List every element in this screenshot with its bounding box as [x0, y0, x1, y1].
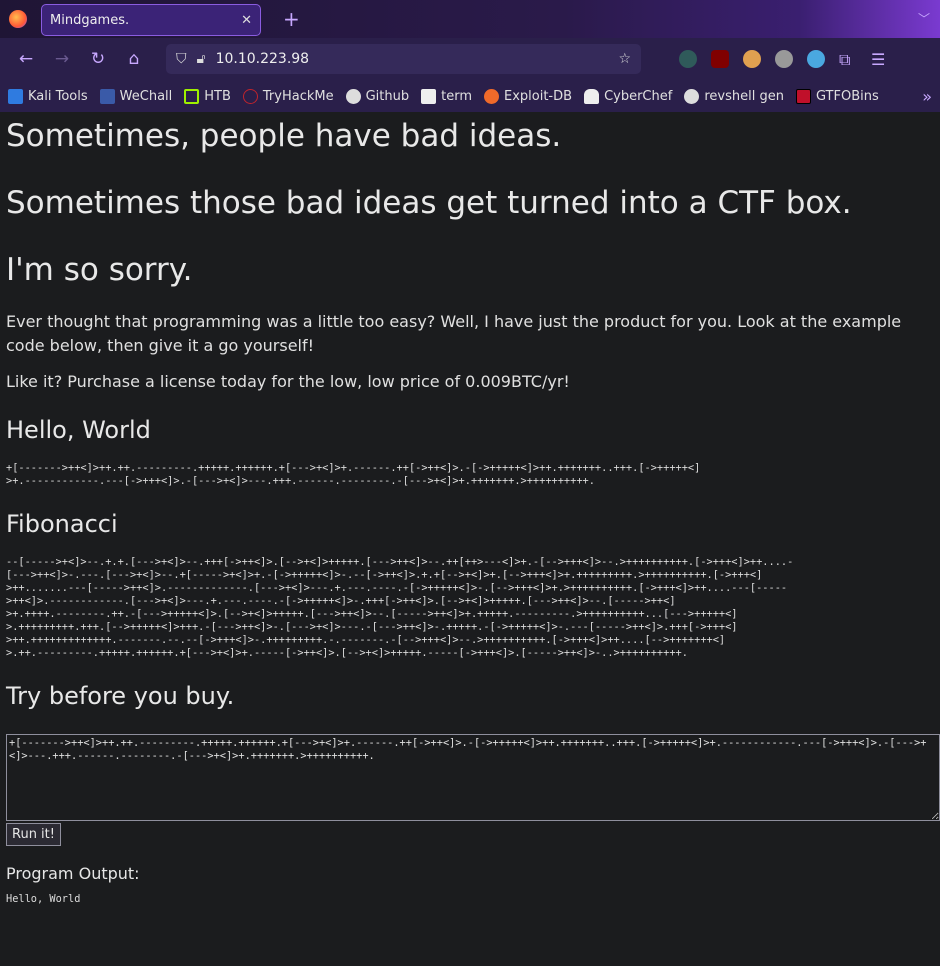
bookmark-github[interactable]: Github — [345, 88, 409, 104]
reload-icon[interactable]: ↻ — [80, 49, 116, 69]
url-text[interactable]: 10.10.223.98 — [216, 51, 609, 67]
forward-icon[interactable]: → — [44, 49, 80, 69]
intro-text: Ever thought that programming was a litt… — [6, 311, 902, 355]
code-input[interactable] — [6, 733, 940, 821]
bookmarks-bar: Kali Tools WeChall HTB TryHackMe Github … — [0, 80, 940, 112]
extensions: ⧉ ☰ — [679, 50, 889, 69]
program-output: Hello, World — [6, 892, 81, 905]
hello-world-code: +[------->++<]>++.++.---------.+++++.+++… — [6, 461, 701, 487]
gtfobins-hash-icon — [795, 88, 811, 104]
htb-cube-icon — [184, 88, 200, 104]
more-bookmarks-icon[interactable]: » — [922, 87, 932, 106]
run-button[interactable]: Run it! — [6, 822, 61, 846]
chef-hat-icon — [584, 88, 600, 104]
nav-bar: ← → ↻ ⌂ ⛉ 🔓︎ 10.10.223.98 ☆ ⧉ ☰ — [0, 38, 940, 80]
try-heading: Try before you buy. — [6, 681, 235, 710]
exploit-db-icon — [484, 88, 499, 104]
tab-bar: Mindgames. ✕ + ﹀ — [0, 0, 940, 38]
browser-chrome: Mindgames. ✕ + ﹀ ← → ↻ ⌂ ⛉ 🔓︎ 10.10.223.… — [0, 0, 940, 112]
skull-icon — [684, 88, 700, 104]
insecure-lock-icon[interactable]: 🔓︎ — [197, 51, 206, 67]
extension-icon[interactable] — [807, 50, 825, 68]
new-tab-icon[interactable]: + — [283, 7, 300, 31]
firefox-icon[interactable] — [9, 10, 27, 28]
tab-mindgames[interactable]: Mindgames. ✕ — [41, 4, 261, 36]
kali-icon — [8, 88, 23, 104]
close-tab-icon[interactable]: ✕ — [241, 13, 252, 28]
bookmark-htb[interactable]: HTB — [184, 88, 231, 104]
shield-icon[interactable]: ⛉ — [176, 51, 187, 67]
fibonacci-heading: Fibonacci — [6, 509, 118, 538]
menu-icon[interactable]: ☰ — [871, 50, 889, 69]
program-output-label: Program Output: — [6, 863, 140, 883]
wechall-icon — [99, 88, 115, 104]
fibonacci-code: --[----->+<]>--.+.+.[--->+<]>--.+++[->++… — [6, 555, 794, 659]
hello-world-heading: Hello, World — [6, 415, 151, 444]
headline-1: Sometimes, people have bad ideas. — [6, 118, 562, 154]
bookmark-revshell-gen[interactable]: revshell gen — [684, 88, 784, 104]
headline-2: Sometimes those bad ideas get turned int… — [6, 185, 852, 222]
chevron-down-icon[interactable]: ﹀ — [918, 10, 930, 27]
home-icon[interactable]: ⌂ — [116, 49, 152, 69]
bookmark-gtfobins[interactable]: GTFOBins — [795, 88, 879, 104]
extensions-puzzle-icon[interactable]: ⧉ — [839, 50, 857, 69]
extension-icon[interactable] — [743, 50, 761, 68]
headline-3: I'm so sorry. — [6, 252, 193, 289]
extension-icon[interactable] — [679, 50, 697, 68]
tab-title: Mindgames. — [50, 12, 130, 28]
github-icon — [345, 88, 361, 104]
url-bar[interactable]: ⛉ 🔓︎ 10.10.223.98 ☆ — [166, 44, 641, 74]
bookmark-term[interactable]: term — [421, 88, 472, 104]
bookmark-cyberchef[interactable]: CyberChef — [584, 88, 672, 104]
bookmark-exploit-db[interactable]: Exploit-DB — [484, 88, 572, 104]
page-content: Sometimes, people have bad ideas. Someti… — [0, 112, 940, 966]
extension-icon[interactable] — [775, 50, 793, 68]
bookmark-kali-tools[interactable]: Kali Tools — [8, 88, 88, 104]
price-text: Like it? Purchase a license today for th… — [6, 371, 570, 391]
ublock-icon[interactable] — [711, 50, 729, 68]
bookmark-tryhackme[interactable]: TryHackMe — [242, 88, 334, 104]
bookmark-star-icon[interactable]: ☆ — [618, 51, 631, 67]
back-icon[interactable]: ← — [8, 49, 44, 69]
bookmark-wechall[interactable]: WeChall — [99, 88, 172, 104]
term-icon — [421, 88, 437, 104]
tryhackme-icon — [242, 88, 258, 104]
